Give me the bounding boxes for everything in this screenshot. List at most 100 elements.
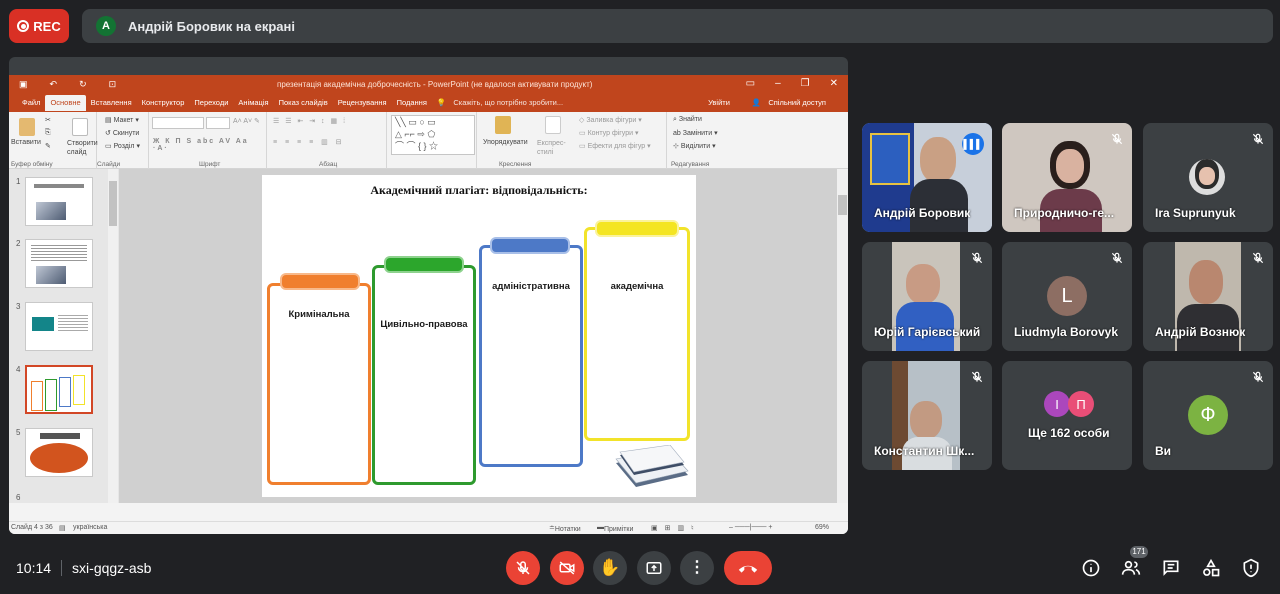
outline-button[interactable]: ▭ Контур фігури ▾ <box>579 129 639 137</box>
tab-view[interactable]: Подання <box>392 95 432 111</box>
drawing-group: Упорядкувати Експрес-стилі ◇ Заливка фіг… <box>477 112 667 169</box>
activities-icon[interactable] <box>1201 558 1221 578</box>
align-icons[interactable]: ≡ ≡ ≡ ≡ ▥ ⊟ <box>273 138 345 146</box>
font-family-select[interactable] <box>152 117 204 129</box>
editing-group: ⌕ Знайти ab Замінити ▾ ⊹ Виділити ▾ Реда… <box>667 112 737 169</box>
list-icons[interactable]: ☰ ☰ ⇤ ⇥ ↕ ▦ ⁞ <box>273 117 347 125</box>
section-button[interactable]: ▭ Розділ ▾ <box>105 142 140 150</box>
create-slide-button[interactable]: Створити слайд <box>67 139 101 157</box>
present-icon[interactable]: ⊡ <box>109 79 117 90</box>
font-style-icons[interactable]: Ж К П S abc AV Aa ·A· <box>153 138 266 152</box>
maximize-icon[interactable]: ❐ <box>801 78 810 89</box>
redo-icon[interactable]: ↻ <box>79 79 87 90</box>
fill-label: Заливка фігури <box>586 117 637 124</box>
slide-thumbnail[interactable] <box>25 177 93 226</box>
host-controls-icon[interactable] <box>1241 558 1261 578</box>
group-label: Редагування <box>671 161 710 168</box>
notes-button[interactable]: ≐ Нотатки <box>549 524 581 533</box>
slide-counter: Слайд 4 з 36 <box>11 524 53 531</box>
self-tile[interactable]: Ф Ви <box>1143 361 1273 470</box>
paste-button[interactable]: Вставити <box>11 139 41 146</box>
participant-tile[interactable]: ▌▌▌ Андрій Боровик <box>862 123 992 232</box>
save-icon[interactable]: ▣ <box>19 79 28 90</box>
participant-tile[interactable]: Константин Шк... <box>862 361 992 470</box>
info-icon[interactable] <box>1081 558 1101 578</box>
view-icons[interactable]: ▣⊞▥♮ <box>651 524 701 532</box>
editor-scrollbar[interactable] <box>837 169 848 503</box>
express-styles-button[interactable]: Експрес-стилі <box>537 139 573 157</box>
arrange-button[interactable]: Упорядкувати <box>483 139 528 146</box>
select-button[interactable]: ⊹ Виділити ▾ <box>673 142 716 150</box>
format-painter-icon[interactable]: ✎ <box>45 142 51 150</box>
reset-button[interactable]: ↺ Скинути <box>105 129 139 137</box>
current-slide[interactable]: Академічний плагіат: відповідальність: К… <box>262 175 696 497</box>
slide-thumbnails-pane: 1 2 3 4 5 6 <box>9 169 119 503</box>
group-label: Слайди <box>97 161 121 168</box>
card-label: Кримінальна <box>288 309 350 320</box>
font-grow-icon[interactable]: A˄ A˅ ✎ <box>233 117 260 125</box>
thumbnails-scrollbar[interactable] <box>108 169 118 503</box>
comments-button[interactable]: ▬ Примітки <box>597 524 633 533</box>
slide-thumbnail[interactable] <box>25 239 93 288</box>
participant-tile[interactable]: Андрій Вознюк <box>1143 242 1273 351</box>
tab-file[interactable]: Файл <box>17 95 45 111</box>
slide-thumbnail[interactable] <box>25 302 93 351</box>
leave-call-button[interactable] <box>724 551 772 585</box>
font-size-select[interactable] <box>206 117 230 129</box>
find-button[interactable]: ⌕ Знайти <box>673 116 702 124</box>
participant-tile[interactable]: Природничо-ге... <box>1002 123 1132 232</box>
tab-review[interactable]: Рецензування <box>333 95 392 111</box>
undo-icon[interactable]: ↶ <box>50 79 58 90</box>
presenter-text: Андрій Боровик на екрані <box>128 18 295 34</box>
card-tab <box>595 220 679 237</box>
spellcheck-icon[interactable]: ▤ <box>59 524 66 532</box>
tab-slideshow[interactable]: Показ слайдів <box>274 95 333 111</box>
replace-button[interactable]: ab Замінити ▾ <box>673 129 718 137</box>
copy-icon[interactable]: ⎘ <box>45 129 51 137</box>
participant-avatar: L <box>1047 276 1087 316</box>
tab-transitions[interactable]: Переходи <box>189 95 233 111</box>
cut-icon[interactable]: ✂ <box>45 116 51 124</box>
fill-button[interactable]: ◇ Заливка фігури ▾ <box>579 116 642 124</box>
more-options-button[interactable]: ⋮ <box>680 551 714 585</box>
mic-off-icon <box>1252 133 1264 145</box>
participant-name: Природничо-ге... <box>1014 206 1115 220</box>
rec-label: REC <box>33 18 61 34</box>
participant-name: Ви <box>1155 444 1172 458</box>
effects-button[interactable]: ▭ Ефекти для фігур ▾ <box>579 142 651 150</box>
meeting-info: 10:14 sxi-gqgz-asb <box>16 560 151 576</box>
more-participants-tile[interactable]: І П Ще 162 особи <box>1002 361 1132 470</box>
slide-editor: Академічний плагіат: відповідальність: К… <box>119 169 848 503</box>
share-label: Спільний доступ <box>768 98 826 107</box>
arrange-icon <box>495 116 511 134</box>
slide-thumbnail[interactable] <box>25 428 93 477</box>
present-screen-button[interactable] <box>637 551 671 585</box>
participant-tile[interactable]: L Liudmyla Borovyk <box>1002 242 1132 351</box>
tab-design[interactable]: Конструктор <box>137 95 190 111</box>
language-label[interactable]: українська <box>73 524 107 531</box>
camera-toggle-button[interactable] <box>550 551 584 585</box>
chat-icon[interactable] <box>1161 558 1181 578</box>
sign-in-link[interactable]: Увійти <box>703 95 735 111</box>
zoom-level[interactable]: 69% <box>815 524 829 531</box>
zoom-slider[interactable]: – ───|─── + <box>729 524 772 531</box>
tab-home[interactable]: Основне <box>45 95 86 111</box>
mic-toggle-button[interactable] <box>506 551 540 585</box>
participant-tile[interactable]: Ira Suprunyuk <box>1143 123 1273 232</box>
minimize-icon[interactable]: – <box>775 78 781 89</box>
layout-button[interactable]: ▤ Макет ▾ <box>105 116 139 124</box>
slide-thumbnail-selected[interactable] <box>25 365 93 414</box>
participant-tile[interactable]: Юрій Гарієвський <box>862 242 992 351</box>
tell-me-box[interactable]: 💡 Скажіть, що потрібно зробити... <box>432 95 573 111</box>
mic-off-icon <box>971 252 983 264</box>
card-label: адміністративна <box>492 281 570 292</box>
close-icon[interactable]: ✕ <box>830 78 838 89</box>
people-icon[interactable] <box>1121 558 1141 578</box>
recording-indicator[interactable]: REC <box>9 9 69 43</box>
raise-hand-button[interactable]: ✋ <box>593 551 627 585</box>
ribbon-display-icon[interactable]: ▭ <box>746 78 755 89</box>
tab-animations[interactable]: Анімація <box>233 95 273 111</box>
shapes-icon[interactable]: ╲╲ ▭ ○ ▭ △ ⌐⌐ ⇨ ⬠ ⌒ ⌒ { } ☆ <box>391 115 475 155</box>
tab-insert[interactable]: Вставлення <box>86 95 137 111</box>
share-button[interactable]: 👤 Спільний доступ <box>747 95 836 111</box>
